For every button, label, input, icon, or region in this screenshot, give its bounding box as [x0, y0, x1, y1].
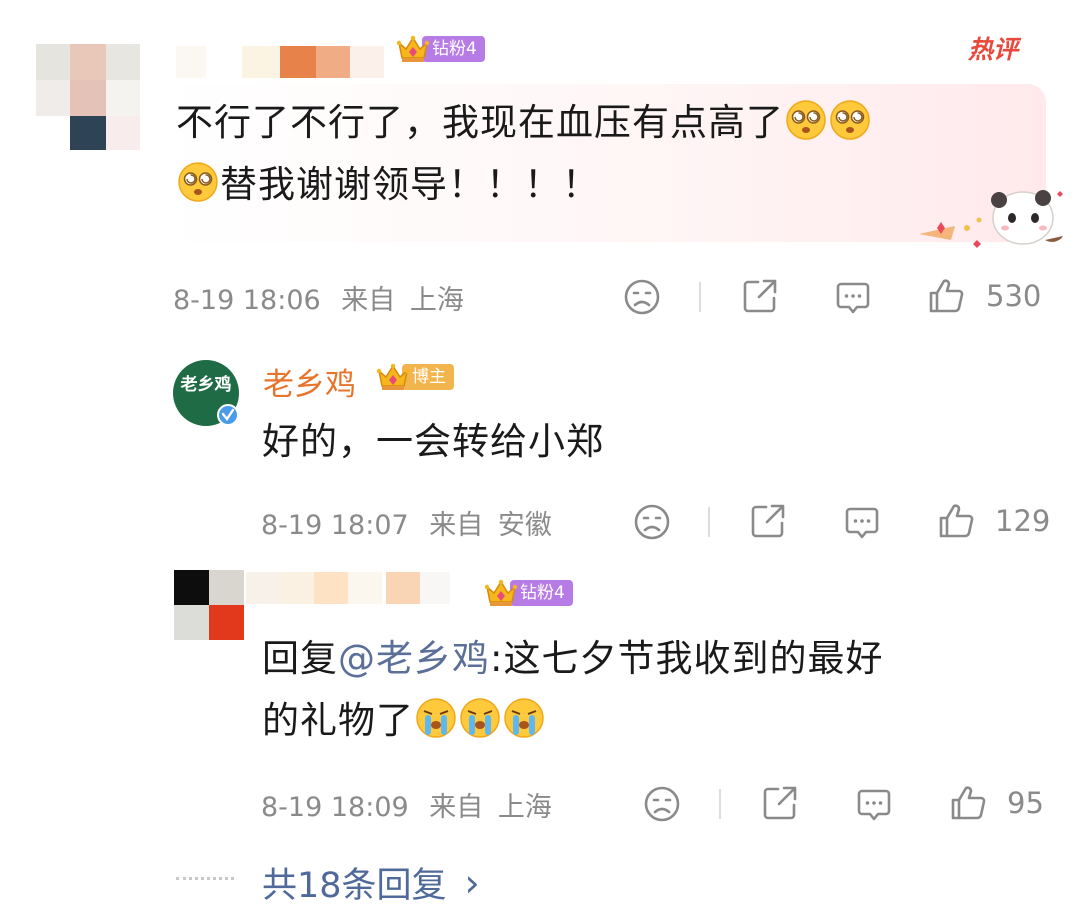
avatar-text-bottom: 鸡	[214, 375, 232, 395]
comment-button[interactable]	[854, 785, 894, 825]
like-count: 129	[995, 504, 1051, 538]
more-replies-label: 共18条回复	[262, 866, 447, 906]
like-count: 530	[986, 279, 1042, 313]
crying-face-icon	[503, 697, 545, 739]
divider	[699, 282, 701, 312]
divider	[719, 789, 721, 819]
username-blurred[interactable]	[246, 572, 468, 604]
reply-from: 来自	[429, 510, 484, 541]
dotted-line	[176, 877, 234, 880]
comment-text-line2: 替我谢谢领导！！！！	[220, 163, 600, 206]
crying-face-icon	[459, 697, 501, 739]
dizzy-face-icon	[785, 99, 827, 141]
author-badge: 博主	[376, 362, 454, 392]
dislike-button[interactable]	[622, 277, 662, 317]
like-count: 95	[1007, 786, 1044, 820]
avatar[interactable]	[36, 44, 140, 150]
crown-icon	[396, 34, 430, 64]
reply-text-line1: :这七夕节我收到的最好	[490, 637, 884, 680]
like-button[interactable]	[948, 783, 988, 823]
divider	[708, 507, 710, 537]
author-username[interactable]: 老乡鸡	[263, 359, 356, 404]
reply-meta: 8-19 18:09 来自 上海	[261, 785, 552, 824]
fan-badge: 钻粉4	[484, 578, 573, 608]
comment-location: 上海	[409, 285, 464, 316]
dizzy-face-icon	[829, 99, 871, 141]
like-button[interactable]	[936, 501, 976, 541]
share-button[interactable]	[740, 276, 780, 316]
more-replies-link[interactable]: 共18条回复 ›	[262, 857, 480, 908]
chevron-right-icon: ›	[464, 860, 480, 905]
reply-from: 来自	[429, 792, 484, 823]
crown-icon	[484, 578, 518, 608]
dizzy-face-icon	[177, 161, 219, 203]
like-button[interactable]	[926, 276, 966, 316]
reply-location: 上海	[497, 792, 552, 823]
username-blurred[interactable]	[176, 46, 388, 78]
comment-text-line1: 不行了不行了，我现在血压有点高了	[176, 101, 784, 144]
avatar[interactable]	[174, 570, 244, 640]
dislike-button[interactable]	[632, 502, 672, 542]
author-avatar[interactable]: 老乡鸡	[173, 360, 239, 426]
share-button[interactable]	[760, 783, 800, 823]
comment-button[interactable]	[833, 278, 873, 318]
crown-icon	[376, 362, 410, 392]
reply-date: 8-19 18:09	[261, 792, 409, 823]
mention-link[interactable]: @老乡鸡	[338, 637, 490, 680]
avatar-text-top: 老乡	[180, 375, 215, 395]
comment-date: 8-19 18:06	[173, 285, 321, 316]
reply-text-line2: 的礼物了	[262, 699, 414, 742]
reply-text: 好的，一会转给小郑	[262, 420, 604, 463]
panda-sticker-icon	[919, 190, 1063, 248]
verified-icon	[217, 404, 239, 426]
reply-text: 回复@老乡鸡:这七夕节我收到的最好 的礼物了	[262, 628, 1052, 752]
comment-from: 来自	[341, 285, 396, 316]
reply-location: 安徽	[497, 510, 552, 541]
crying-face-icon	[415, 697, 457, 739]
reply-date: 8-19 18:07	[261, 510, 409, 541]
dislike-button[interactable]	[642, 784, 682, 824]
fan-badge-label: 钻粉4	[510, 580, 573, 606]
comment-button[interactable]	[842, 503, 882, 543]
fan-badge-label: 钻粉4	[422, 36, 485, 62]
comment-meta: 8-19 18:06 来自 上海	[173, 278, 464, 317]
fan-badge: 钻粉4	[396, 34, 485, 64]
reply-meta: 8-19 18:07 来自 安徽	[261, 503, 552, 542]
reply-prefix: 回复	[262, 637, 338, 680]
hot-comment-tag: 热评	[968, 35, 1019, 64]
share-button[interactable]	[748, 501, 788, 541]
